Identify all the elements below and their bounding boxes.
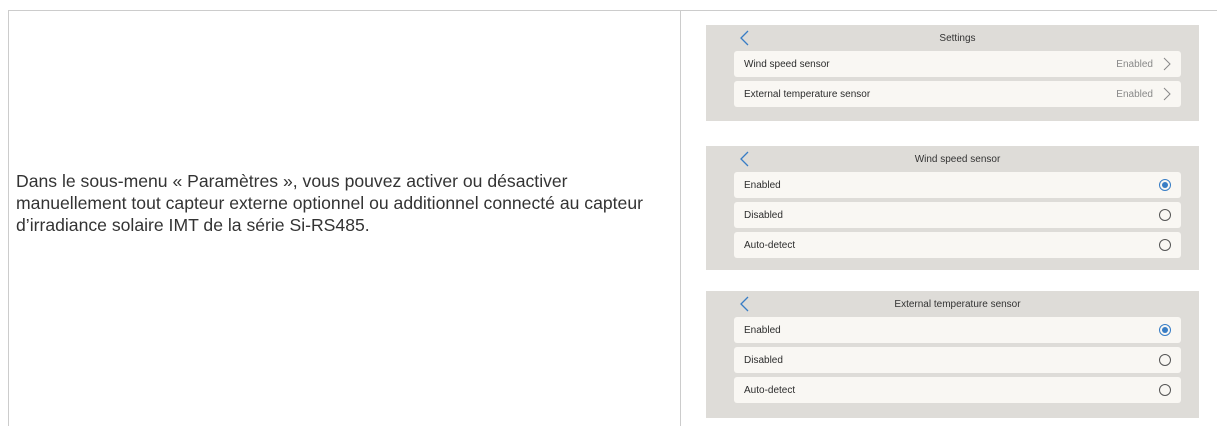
settings-title: Settings [939,32,976,44]
back-chevron-icon[interactable] [738,150,752,168]
radio-unselected-icon[interactable] [1159,239,1171,251]
temp-option-enabled[interactable]: Enabled [734,317,1181,343]
radio-selected-icon[interactable] [1159,324,1171,336]
settings-item-value: Enabled [1116,58,1153,70]
settings-item-wind-speed[interactable]: Wind speed sensor Enabled [734,51,1181,77]
radio-unselected-icon[interactable] [1159,354,1171,366]
option-label: Disabled [744,354,783,366]
column-divider [680,10,681,426]
option-label: Disabled [744,209,783,221]
radio-selected-icon[interactable] [1159,179,1171,191]
wind-option-enabled[interactable]: Enabled [734,172,1181,198]
temp-option-auto-detect[interactable]: Auto-detect [734,377,1181,403]
chevron-right-icon [1163,57,1171,71]
wind-speed-panel: Wind speed sensor Enabled Disabled Auto-… [706,146,1199,270]
external-temperature-title: External temperature sensor [894,298,1021,310]
settings-panel: Settings Wind speed sensor Enabled Exter… [706,25,1199,121]
description-text: Dans le sous-menu « Paramètres », vous p… [16,171,643,235]
option-label: Enabled [744,324,781,336]
radio-unselected-icon[interactable] [1159,384,1171,396]
wind-option-auto-detect[interactable]: Auto-detect [734,232,1181,258]
chevron-right-icon [1163,87,1171,101]
radio-unselected-icon[interactable] [1159,209,1171,221]
settings-item-value: Enabled [1116,88,1153,100]
wind-option-disabled[interactable]: Disabled [734,202,1181,228]
back-chevron-icon[interactable] [738,29,752,47]
option-label: Auto-detect [744,384,796,396]
temp-option-disabled[interactable]: Disabled [734,347,1181,373]
external-temperature-panel: External temperature sensor Enabled Disa… [706,291,1199,418]
external-temperature-header: External temperature sensor [734,291,1181,317]
settings-item-label: External temperature sensor [744,88,871,100]
wind-speed-title: Wind speed sensor [914,153,1001,165]
settings-item-label: Wind speed sensor [744,58,830,70]
back-chevron-icon[interactable] [738,295,752,313]
option-label: Auto-detect [744,239,796,251]
settings-header: Settings [734,25,1181,51]
settings-item-external-temperature[interactable]: External temperature sensor Enabled [734,81,1181,107]
wind-speed-header: Wind speed sensor [734,146,1181,172]
option-label: Enabled [744,179,781,191]
